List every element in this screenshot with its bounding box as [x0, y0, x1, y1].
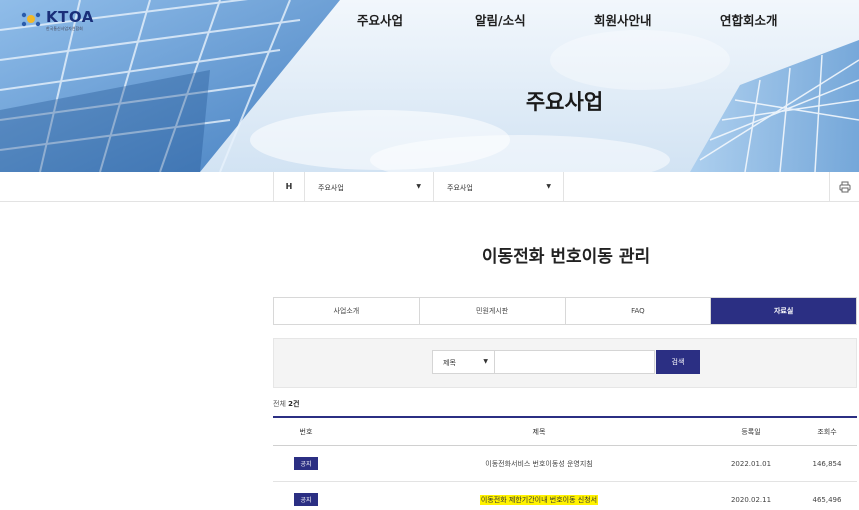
post-views: 465,496	[812, 495, 842, 504]
location-select-1-label: 주요사업	[318, 184, 344, 192]
nav-item-business[interactable]: 주요사업	[357, 10, 403, 29]
table-row[interactable]: 공지 이동전화서비스 번호이동성 운영지침 2022.01.01 146,854	[273, 446, 857, 482]
post-title-link[interactable]: 이동전화서비스 번호이동성 운영지침	[485, 459, 593, 469]
chevron-down-icon: ▼	[416, 183, 421, 190]
post-views: 146,854	[812, 459, 842, 468]
printer-icon	[839, 181, 851, 193]
total-count: 전체 2건	[273, 399, 299, 409]
location-select-1[interactable]: 주요사업 ▼	[305, 172, 434, 202]
header-title: 제목	[532, 427, 546, 436]
search-field-select[interactable]: 제목 ▼	[432, 350, 495, 374]
notice-badge: 공지	[294, 493, 318, 506]
chevron-down-icon: ▼	[546, 183, 551, 190]
table-header: 번호 제목 등록일 조회수	[273, 418, 857, 446]
total-count-prefix: 전체	[273, 400, 286, 408]
location-select-2[interactable]: 주요사업 ▼	[434, 172, 564, 202]
main-nav: 주요사업 알림/소식 회원사안내 연합회소개	[0, 10, 859, 30]
post-title-link[interactable]: 이동전화 제한기간이내 번호이동 신청서	[479, 494, 599, 505]
tab-archive[interactable]: 자료실	[711, 298, 856, 324]
print-button[interactable]	[829, 172, 859, 202]
header-number: 번호	[299, 427, 313, 436]
nav-item-about[interactable]: 연합회소개	[720, 10, 778, 29]
board-table: 번호 제목 등록일 조회수 공지 이동전화서비스 번호이동성 운영지침 2022…	[273, 416, 857, 510]
header-views: 조회수	[817, 427, 837, 436]
hero-banner: KTOA 한국통신사업자연합회 주요사업 알림/소식 회원사안내 연합회소개 주…	[0, 0, 859, 172]
tab-intro[interactable]: 사업소개	[274, 298, 420, 324]
home-button[interactable]: H	[273, 172, 305, 202]
tab-faq[interactable]: FAQ	[566, 298, 712, 324]
notice-badge: 공지	[294, 457, 318, 470]
search-input[interactable]	[495, 350, 655, 374]
post-date: 2022.01.01	[730, 459, 772, 468]
search-button[interactable]: 검색	[656, 350, 700, 374]
header-date: 등록일	[741, 427, 761, 436]
post-date: 2020.02.11	[730, 495, 772, 504]
hero-title: 주요사업	[525, 90, 604, 114]
table-row[interactable]: 공지 이동전화 제한기간이내 번호이동 신청서 2020.02.11 465,4…	[273, 482, 857, 510]
search-field-select-label: 제목	[443, 359, 456, 367]
chevron-down-icon: ▼	[483, 358, 488, 365]
location-select-2-label: 주요사업	[447, 184, 473, 192]
tab-complaints[interactable]: 민원게시판	[420, 298, 566, 324]
location-bar: H 주요사업 ▼ 주요사업 ▼	[0, 172, 859, 202]
page-title: 이동전화 번호이동 관리	[481, 247, 651, 267]
total-count-value: 2건	[288, 400, 300, 408]
nav-item-members[interactable]: 회원사안내	[594, 10, 652, 29]
search-box: 제목 ▼ 검색	[273, 338, 857, 388]
nav-item-news[interactable]: 알림/소식	[475, 10, 526, 29]
sub-tabs: 사업소개 민원게시판 FAQ 자료실	[273, 297, 857, 325]
